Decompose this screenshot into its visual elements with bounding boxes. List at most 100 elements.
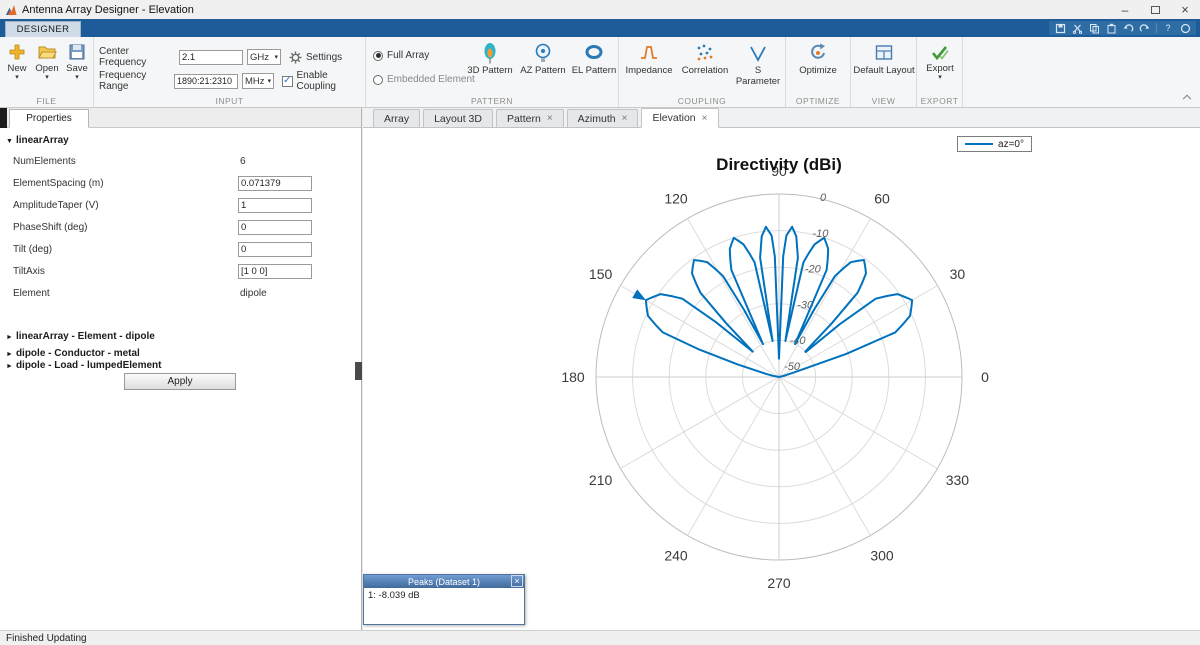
- az-pattern-button[interactable]: AZ Pattern: [517, 42, 569, 76]
- phaseshift-input[interactable]: [238, 220, 312, 235]
- export-button[interactable]: Export ▾: [919, 42, 961, 81]
- prop-row-phaseshift: PhaseShift (deg): [0, 220, 361, 236]
- peaks-close-button[interactable]: ×: [511, 575, 523, 587]
- tab-layout-3d[interactable]: Layout 3D: [423, 109, 493, 127]
- help-icon[interactable]: ?: [1160, 21, 1176, 35]
- optimize-section-label: OPTIMIZE: [795, 96, 841, 106]
- collapse-toolstrip-button[interactable]: [1182, 93, 1192, 104]
- polar-plot[interactable]: 03060901201501802102402703003300-10-20-3…: [363, 128, 1200, 630]
- ribbon-section-input: Center Frequency GHz ▾ Settings: [94, 37, 366, 107]
- close-button[interactable]: ×: [1170, 0, 1200, 19]
- tab-pattern[interactable]: Pattern ×: [495, 109, 564, 127]
- enable-coupling-label: Enable Coupling: [296, 70, 336, 92]
- close-icon[interactable]: ×: [702, 113, 708, 124]
- svg-text:0: 0: [981, 369, 989, 385]
- group-header-load-lumpedelement[interactable]: ► dipole - Load - lumpedElement: [6, 360, 162, 371]
- maximize-button[interactable]: [1140, 0, 1170, 19]
- tab-designer[interactable]: DESIGNER: [5, 21, 81, 37]
- export-check-icon: [931, 46, 949, 61]
- center-frequency-input[interactable]: [179, 49, 243, 65]
- 3d-pattern-button[interactable]: 3D Pattern: [465, 42, 515, 76]
- settings-gear-icon: [289, 51, 302, 63]
- status-bar: Finished Updating: [0, 630, 1200, 645]
- radio-selected-icon: [373, 50, 383, 61]
- ribbon-section-export: Export ▾ EXPORT: [917, 37, 963, 107]
- full-array-radio[interactable]: Full Array: [373, 50, 429, 61]
- sparameter-icon: [750, 46, 766, 62]
- frequency-range-input[interactable]: [173, 73, 238, 89]
- new-button[interactable]: New ▾: [3, 42, 31, 81]
- cut-icon[interactable]: [1069, 21, 1085, 35]
- check-icon: ✓: [283, 75, 292, 86]
- legend-label: az=0°: [998, 138, 1024, 150]
- element-value[interactable]: dipole: [240, 288, 267, 299]
- svg-text:120: 120: [664, 191, 688, 207]
- document-tabbar: Array Layout 3D Pattern × Azimuth × Elevat…: [363, 108, 1200, 128]
- collapsed-icon: ►: [6, 363, 13, 370]
- group-header-conductor-metal[interactable]: ► dipole - Conductor - metal: [6, 348, 140, 359]
- chevron-up-icon: [1182, 94, 1192, 104]
- svg-text:0: 0: [820, 192, 827, 204]
- el-pattern-button[interactable]: EL Pattern: [571, 42, 617, 76]
- panel-splitter-handle[interactable]: [355, 362, 362, 380]
- tab-azimuth[interactable]: Azimuth ×: [566, 109, 639, 127]
- group-header-lineararray[interactable]: ▼ linearArray: [6, 135, 69, 146]
- default-layout-button[interactable]: Default Layout: [852, 42, 916, 76]
- ribbon-section-pattern: Full Array Embedded Element 3D Pattern A…: [366, 37, 619, 107]
- enable-coupling-checkbox[interactable]: ✓: [282, 75, 293, 87]
- copy-icon[interactable]: [1086, 21, 1102, 35]
- frequency-range-unit-dropdown[interactable]: MHz ▾: [241, 73, 275, 89]
- toolstrip-ribbon: New ▾ Open ▾ Save ▾ FILE Center Frequenc…: [0, 37, 1200, 108]
- impedance-button[interactable]: Impedance: [623, 42, 675, 76]
- apply-button[interactable]: Apply: [124, 373, 236, 390]
- svg-text:-20: -20: [805, 264, 822, 276]
- tilt-input[interactable]: [238, 242, 312, 257]
- tab-properties[interactable]: Properties: [9, 109, 89, 128]
- prop-row-tilt: Tilt (deg): [0, 242, 361, 258]
- paste-icon[interactable]: [1103, 21, 1119, 35]
- close-icon[interactable]: ×: [547, 113, 553, 124]
- svg-text:240: 240: [664, 547, 688, 563]
- collapsed-icon: ►: [6, 351, 13, 358]
- coupling-section-label: COUPLING: [677, 96, 727, 106]
- export-caret-icon: ▾: [938, 74, 942, 81]
- save-icon[interactable]: [1052, 21, 1068, 35]
- tiltaxis-input[interactable]: [238, 264, 312, 279]
- community-icon[interactable]: [1177, 21, 1193, 35]
- plot-legend: az=0°: [957, 136, 1032, 152]
- save-disk-icon: [69, 44, 85, 60]
- embedded-element-radio[interactable]: Embedded Element: [373, 74, 475, 85]
- open-icon: [38, 46, 57, 59]
- save-button[interactable]: Save ▾: [63, 42, 91, 81]
- tab-elevation[interactable]: Elevation ×: [641, 108, 719, 128]
- redo-icon[interactable]: [1137, 21, 1153, 35]
- default-layout-icon: [875, 45, 893, 60]
- toolstrip-tab-band: DESIGNER ?: [0, 19, 1200, 37]
- correlation-button[interactable]: Correlation: [677, 42, 733, 76]
- ribbon-section-coupling: Impedance Correlation S Parameter COUPLI…: [619, 37, 786, 107]
- peaks-row: 1: -8.039 dB: [368, 590, 420, 601]
- impedance-icon: [641, 46, 657, 59]
- center-frequency-unit-dropdown[interactable]: GHz ▾: [247, 49, 281, 65]
- minimize-button[interactable]: –: [1110, 0, 1140, 19]
- optimize-button[interactable]: Optimize: [792, 42, 844, 76]
- settings-button[interactable]: Settings: [306, 52, 342, 63]
- svg-text:180: 180: [561, 369, 585, 385]
- open-button[interactable]: Open ▾: [33, 42, 61, 81]
- 3d-pattern-icon: [484, 43, 496, 64]
- elementspacing-input[interactable]: [238, 176, 312, 191]
- peaks-window[interactable]: Peaks (Dataset 1) × 1: -8.039 dB: [363, 574, 525, 625]
- ribbon-section-view: Default Layout VIEW: [851, 37, 917, 107]
- new-icon: [9, 44, 25, 60]
- undo-icon[interactable]: [1120, 21, 1136, 35]
- prop-row-element: Element dipole: [13, 288, 267, 299]
- group-header-element-dipole[interactable]: ► linearArray - Element - dipole: [6, 331, 155, 342]
- amplitudetaper-input[interactable]: [238, 198, 312, 213]
- correlation-icon: [697, 44, 713, 61]
- input-section-label: INPUT: [215, 96, 244, 106]
- tab-array[interactable]: Array: [373, 109, 421, 127]
- peaks-title-bar[interactable]: Peaks (Dataset 1) ×: [364, 575, 524, 588]
- sparameter-button[interactable]: S Parameter: [733, 42, 783, 87]
- svg-text:-10: -10: [812, 228, 829, 240]
- close-icon[interactable]: ×: [622, 113, 628, 124]
